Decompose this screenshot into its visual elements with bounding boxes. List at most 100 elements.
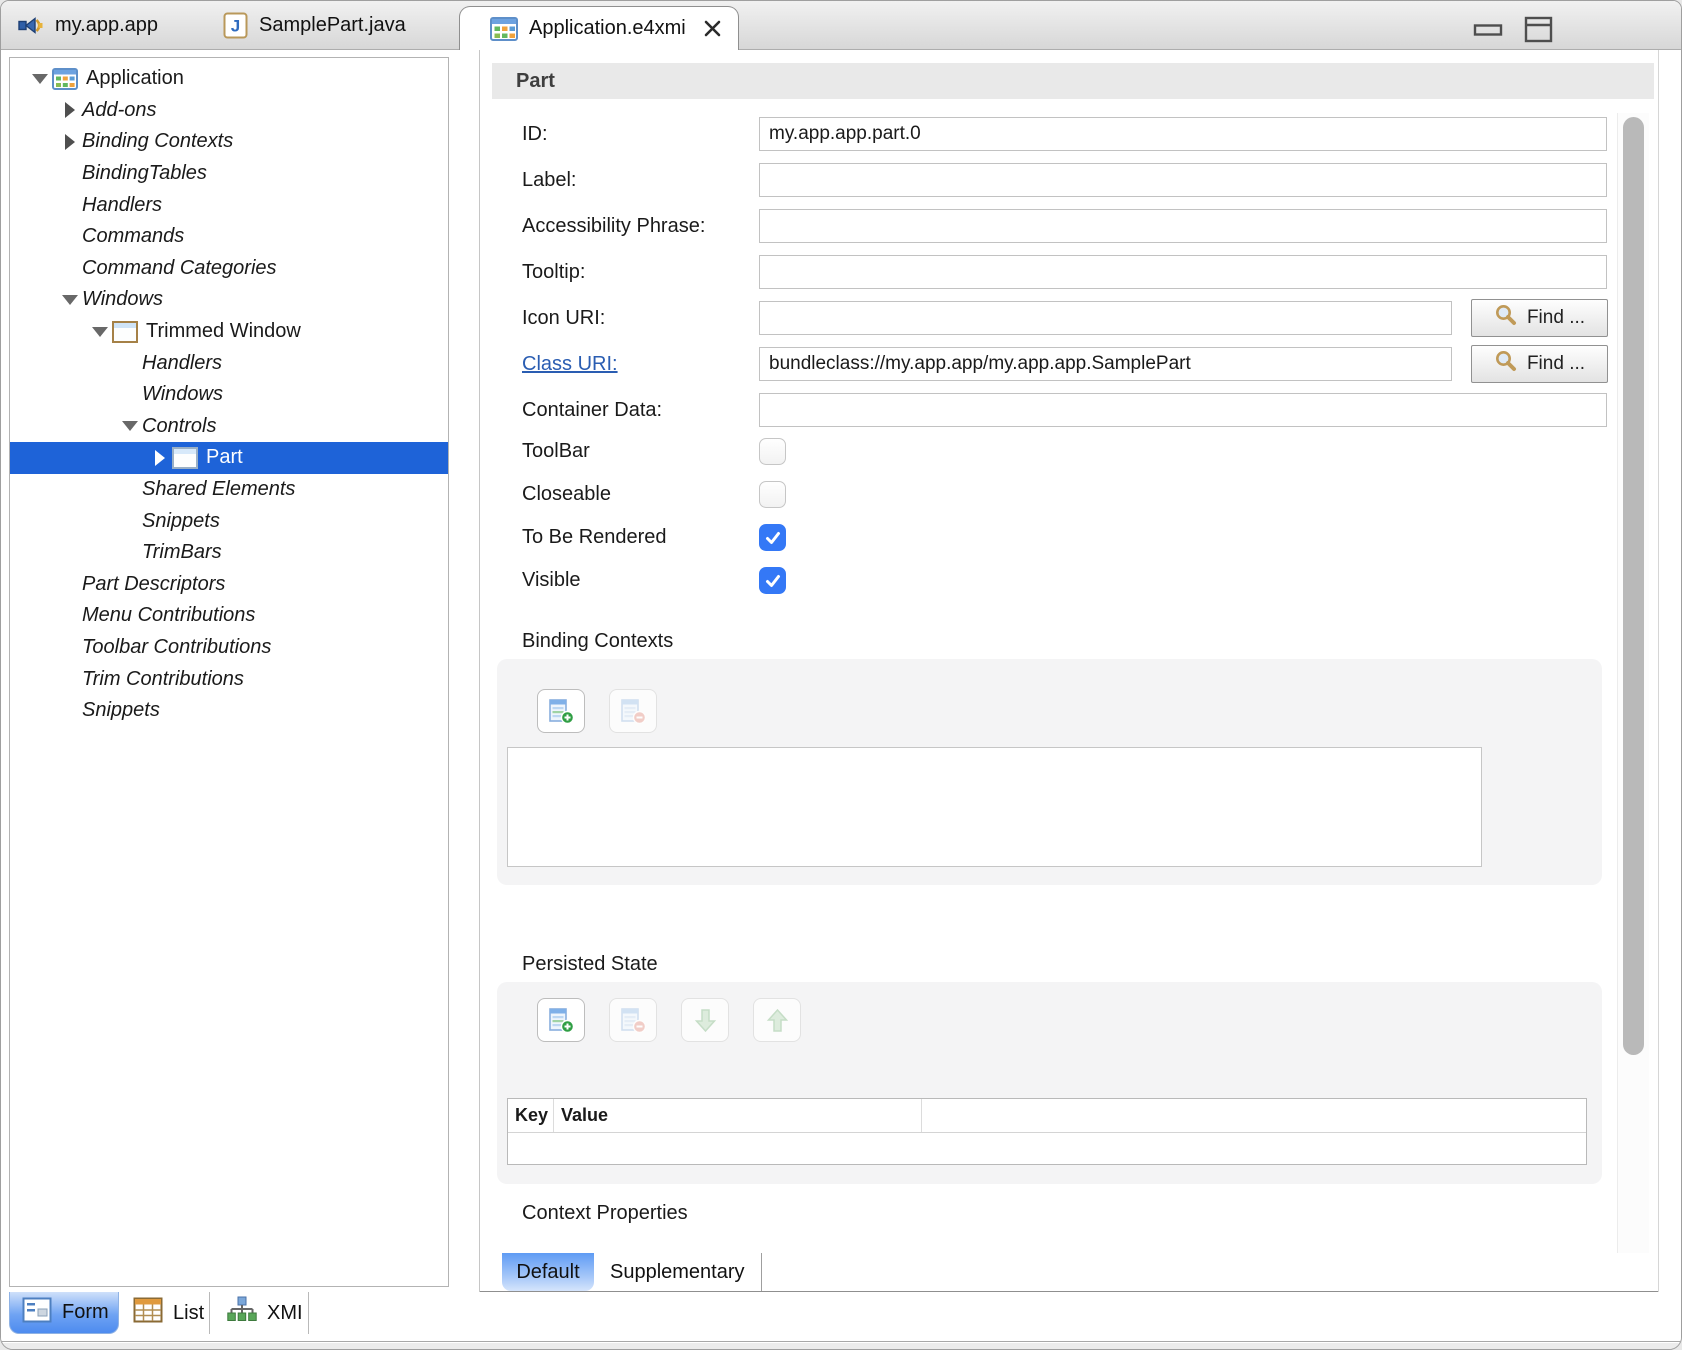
collapse-arrow-icon[interactable] <box>58 134 82 150</box>
move-down-icon[interactable] <box>681 998 729 1042</box>
value-column-header[interactable]: Value <box>554 1099 922 1132</box>
tree-item-bindingtables[interactable]: BindingTables <box>10 158 448 190</box>
remove-item-icon[interactable] <box>609 998 657 1042</box>
tree-item-trimbars[interactable]: TrimBars <box>10 537 448 569</box>
tab-default[interactable]: Default <box>502 1253 594 1291</box>
tab-list[interactable]: List <box>121 1292 216 1334</box>
tree-item-label: Part <box>206 446 243 469</box>
toolbar-checkbox[interactable] <box>759 438 786 465</box>
move-up-icon[interactable] <box>753 998 801 1042</box>
id-input[interactable] <box>759 117 1607 151</box>
tab-label: Form <box>62 1301 109 1324</box>
closeable-checkbox-label: Closeable <box>522 483 759 506</box>
tree-item-windows[interactable]: Windows <box>10 284 448 316</box>
id-row: ID: <box>522 116 1638 152</box>
label-input[interactable] <box>759 163 1607 197</box>
tree-item-command-categories[interactable]: Command Categories <box>10 253 448 285</box>
editor-window: my.app.app J SamplePart.java Applicatio <box>0 0 1682 1350</box>
binding-contexts-panel <box>497 659 1602 885</box>
tree-item-label: Handlers <box>142 352 222 375</box>
find-icon <box>1494 303 1518 333</box>
tree-item-commands[interactable]: Commands <box>10 221 448 253</box>
container-data-label: Container Data: <box>522 399 759 422</box>
collapse-arrow-icon[interactable] <box>58 102 82 118</box>
collapse-arrow-icon[interactable] <box>148 450 172 466</box>
find-icon <box>1494 349 1518 379</box>
tree-item-label: Snippets <box>142 510 220 533</box>
expand-arrow-icon[interactable] <box>28 74 52 84</box>
tree-item-label: Handlers <box>82 194 162 217</box>
app-model-icon <box>490 17 518 41</box>
tab-label: List <box>173 1302 204 1325</box>
visible-checkbox-label: Visible <box>522 569 759 592</box>
tree-item-toolbar-contributions[interactable]: Toolbar Contributions <box>10 632 448 664</box>
expand-arrow-icon[interactable] <box>88 327 112 337</box>
to-be-rendered-checkbox-label: To Be Rendered <box>522 526 759 549</box>
application-model-tree: Application Add-ons Binding Contexts Bin… <box>9 57 449 1287</box>
class-uri-input[interactable] <box>759 347 1452 381</box>
tree-item-label: Add-ons <box>82 99 157 122</box>
tab-application-e4xmi[interactable]: Application.e4xmi <box>459 6 739 50</box>
tab-form[interactable]: Form <box>9 1292 119 1334</box>
tree-item-trimmed-window[interactable]: Trimmed Window <box>10 316 448 348</box>
key-column-header[interactable]: Key <box>508 1099 554 1132</box>
binding-contexts-toolbar <box>537 689 1602 733</box>
form-scrollbar-track[interactable] <box>1617 113 1649 1253</box>
tooltip-label: Tooltip: <box>522 261 759 284</box>
tab-xmi[interactable]: XMI <box>215 1292 315 1334</box>
label-label: Label: <box>522 169 759 192</box>
expand-arrow-icon[interactable] <box>58 295 82 305</box>
toolbar-checkbox-row: ToolBar <box>522 438 1638 465</box>
part-detail-form: Part ID: Label: Accessibility Phrase: To… <box>479 50 1659 1292</box>
tree-item-window-handlers[interactable]: Handlers <box>10 347 448 379</box>
add-item-icon[interactable] <box>537 998 585 1042</box>
expand-arrow-icon[interactable] <box>118 421 142 431</box>
binding-contexts-title: Binding Contexts <box>522 630 1638 653</box>
accessibility-phrase-input[interactable] <box>759 209 1607 243</box>
remove-item-icon[interactable] <box>609 689 657 733</box>
tree-item-window-snippets[interactable]: Snippets <box>10 505 448 537</box>
tree-item-window-windows[interactable]: Windows <box>10 379 448 411</box>
view-window-controls <box>1473 14 1553 44</box>
tab-label: my.app.app <box>55 14 158 37</box>
tree-item-trim-contributions[interactable]: Trim Contributions <box>10 663 448 695</box>
tree-item-part-descriptors[interactable]: Part Descriptors <box>10 569 448 601</box>
closeable-checkbox[interactable] <box>759 481 786 508</box>
tree-item-snippets[interactable]: Snippets <box>10 695 448 727</box>
editor-main-area: Application Add-ons Binding Contexts Bin… <box>1 50 1681 1292</box>
to-be-rendered-checkbox[interactable] <box>759 524 786 551</box>
persisted-state-table[interactable]: Key Value <box>507 1098 1587 1165</box>
container-data-input[interactable] <box>759 393 1607 427</box>
tab-my-app-app[interactable]: my.app.app <box>17 1 158 49</box>
close-icon[interactable] <box>701 17 724 40</box>
tree-item-menu-contributions[interactable]: Menu Contributions <box>10 600 448 632</box>
app-model-icon <box>52 68 78 90</box>
tree-item-add-ons[interactable]: Add-ons <box>10 95 448 127</box>
tree-item-label: Toolbar Contributions <box>82 636 271 659</box>
xmi-icon <box>227 1296 257 1330</box>
tree-item-label: Trim Contributions <box>82 668 244 691</box>
tree-item-controls[interactable]: Controls <box>10 411 448 443</box>
class-uri-row: Class URI: Find ... <box>522 346 1638 382</box>
visible-checkbox[interactable] <box>759 567 786 594</box>
class-uri-find-button[interactable]: Find ... <box>1471 345 1608 383</box>
icon-uri-input[interactable] <box>759 301 1452 335</box>
class-uri-link[interactable]: Class URI: <box>522 353 759 376</box>
tab-supplementary[interactable]: Supplementary <box>594 1253 762 1291</box>
add-item-icon[interactable] <box>537 689 585 733</box>
icon-uri-find-button[interactable]: Find ... <box>1471 299 1608 337</box>
form-view-tabbar: Default Supplementary <box>480 1253 1658 1292</box>
maximize-icon[interactable] <box>1523 14 1553 44</box>
tree-item-binding-contexts[interactable]: Binding Contexts <box>10 126 448 158</box>
tree-item-part[interactable]: Part <box>10 442 448 474</box>
tree-item-shared-elements[interactable]: Shared Elements <box>10 474 448 506</box>
minimize-icon[interactable] <box>1473 14 1503 44</box>
form-scrollbar-thumb[interactable] <box>1623 117 1644 1055</box>
tree-item-application[interactable]: Application <box>10 63 448 95</box>
table-empty-body[interactable] <box>508 1133 1586 1164</box>
tooltip-input[interactable] <box>759 255 1607 289</box>
tab-samplepart-java[interactable]: J SamplePart.java <box>223 1 406 49</box>
binding-contexts-list[interactable] <box>507 747 1482 867</box>
part-icon <box>172 447 198 469</box>
tree-item-handlers[interactable]: Handlers <box>10 189 448 221</box>
